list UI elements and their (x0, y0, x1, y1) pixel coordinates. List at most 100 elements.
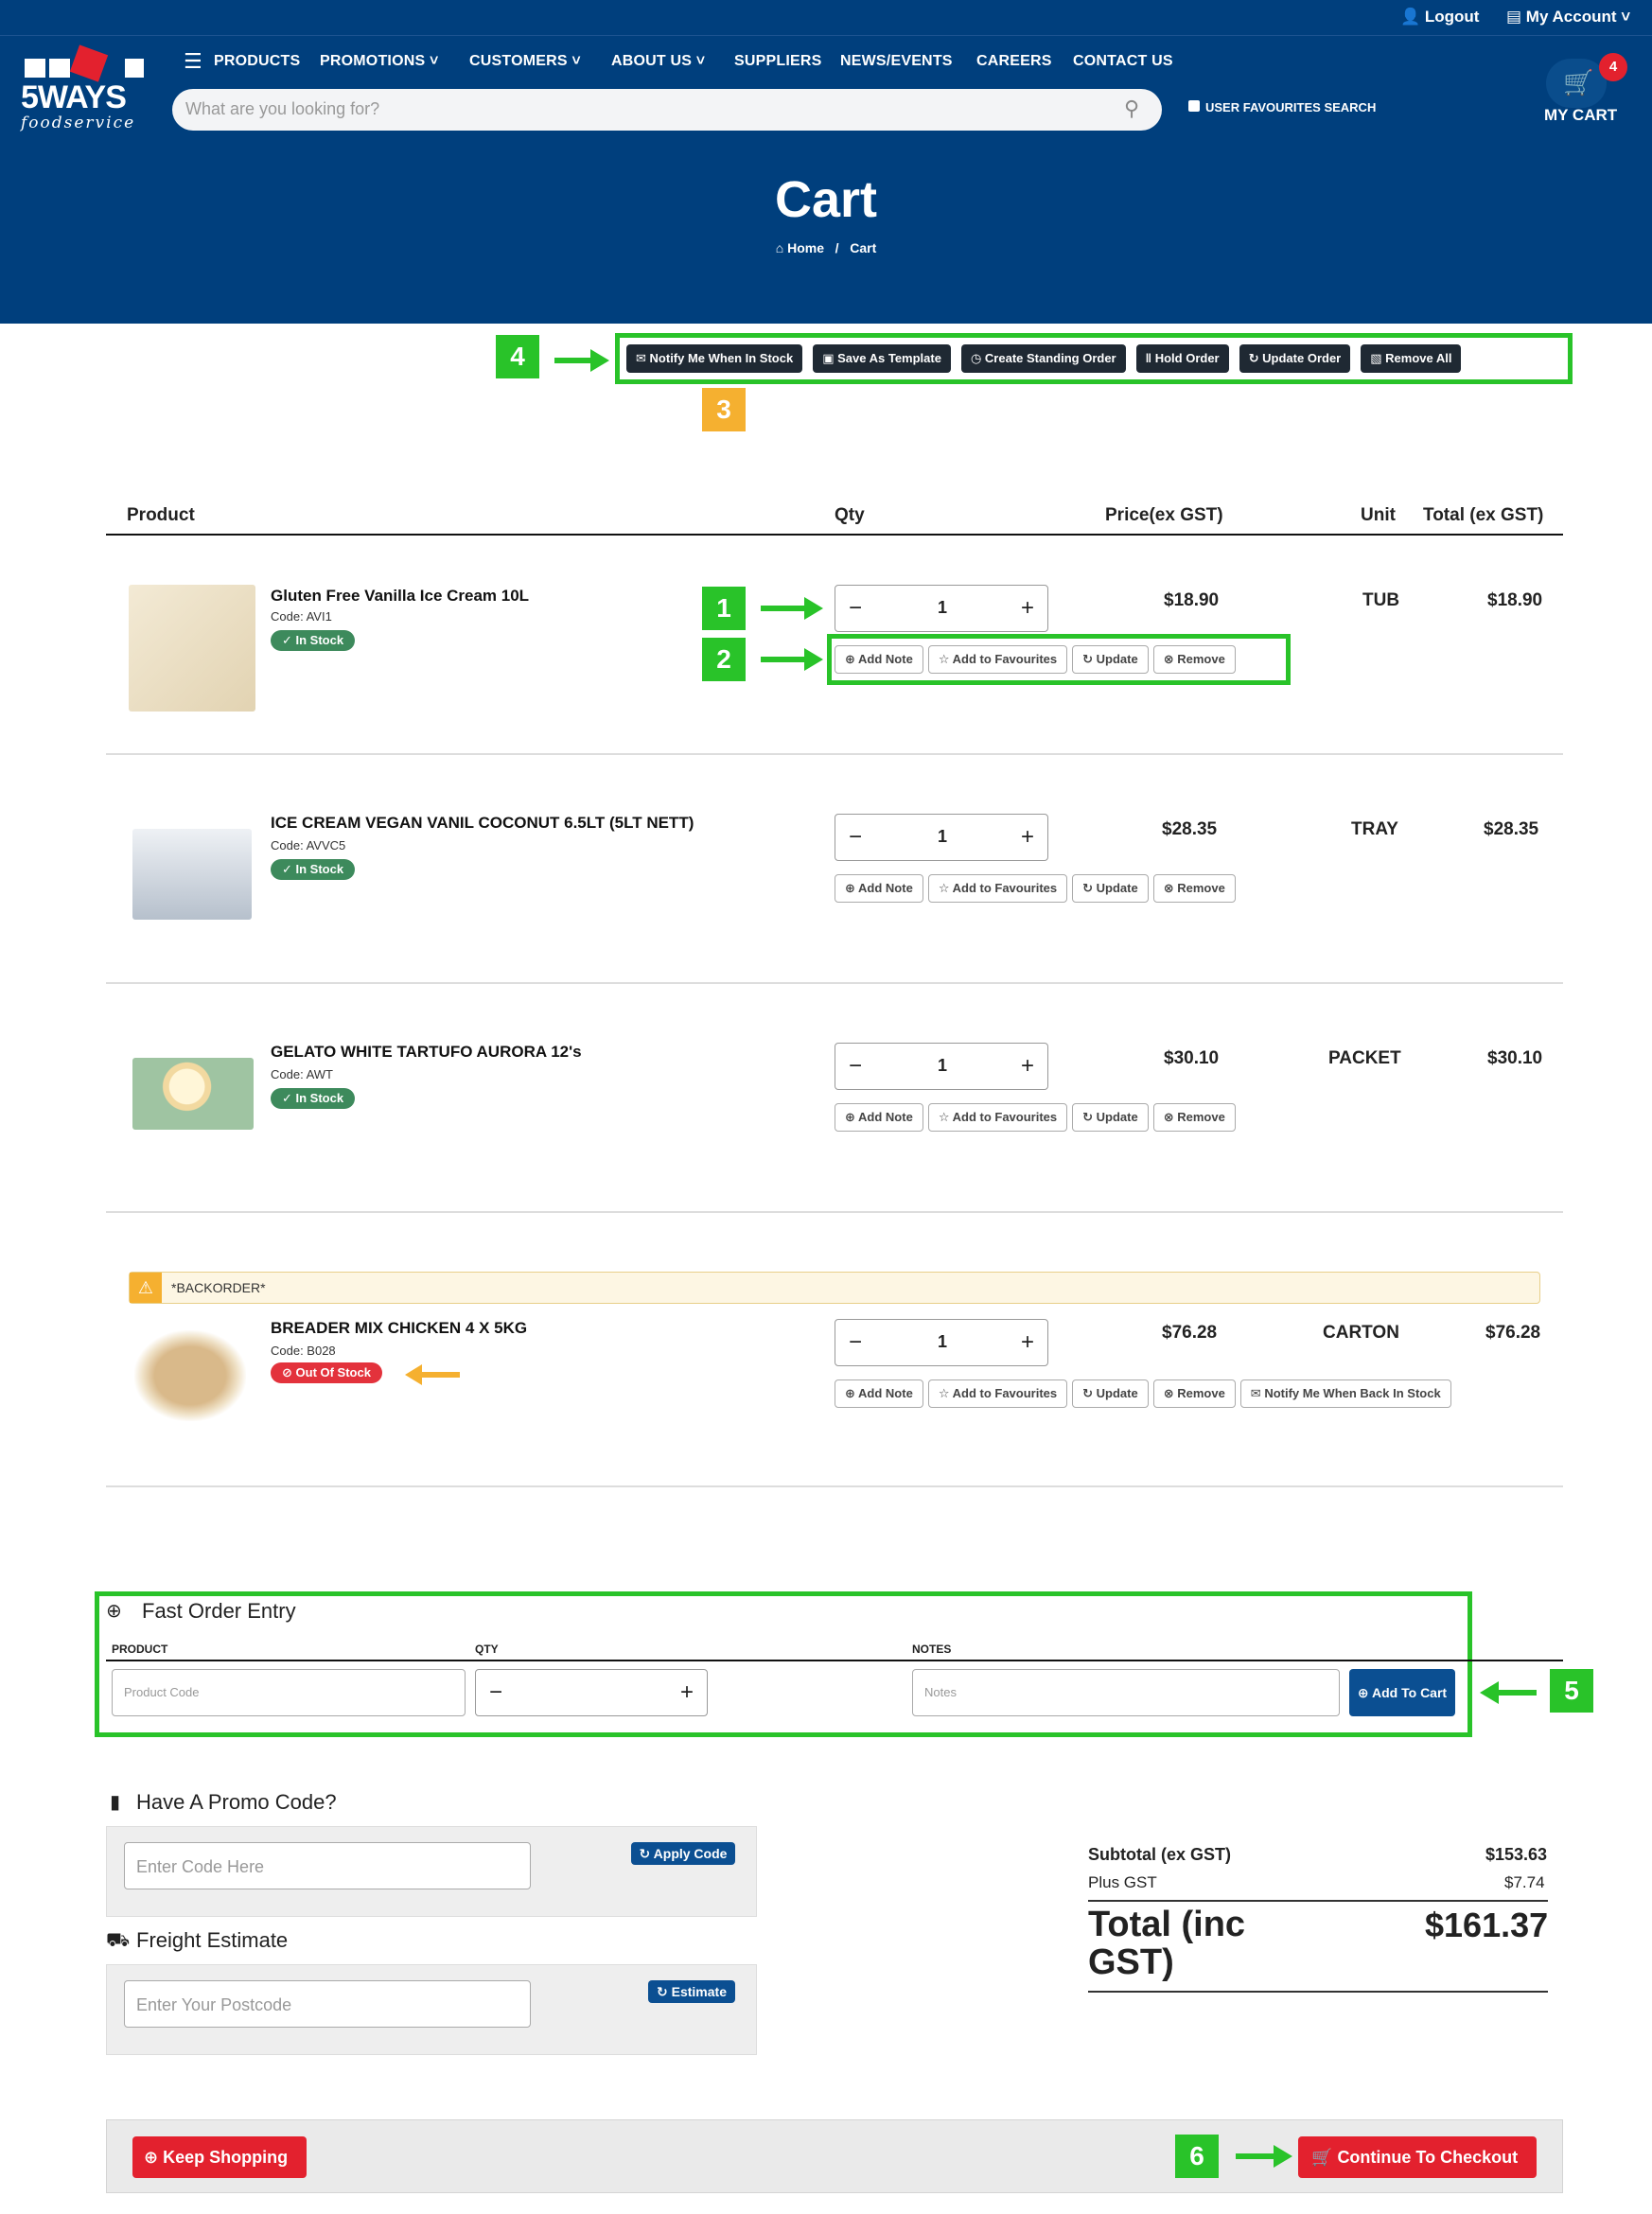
favourites-checkbox[interactable] (1188, 100, 1200, 112)
notify-when-in-stock-button[interactable]: ✉ Notify Me When In Stock (626, 344, 803, 373)
remove-button[interactable]: ⊗ Remove (1152, 1379, 1236, 1408)
search-input[interactable]: What are you looking for? ⚲ (172, 89, 1162, 131)
product-image[interactable] (129, 585, 255, 712)
breadcrumb-home[interactable]: Home (787, 240, 824, 255)
fast-order-col-qty: QTY (475, 1643, 499, 1656)
add-to-favourites-button[interactable]: ☆ Add to Favourites (927, 645, 1068, 674)
nav-suppliers[interactable]: SUPPLIERS (734, 53, 822, 70)
add-note-button[interactable]: ⊕ Add Note (835, 874, 923, 903)
add-to-cart-button[interactable]: ⊕ Add To Cart (1349, 1669, 1455, 1716)
stock-label: In Stock (295, 633, 344, 647)
product-name[interactable]: ICE CREAM VEGAN VANIL COCONUT 6.5LT (5LT… (271, 814, 694, 833)
search-icon[interactable]: ⚲ (1124, 97, 1139, 121)
plus-icon[interactable]: + (680, 1679, 694, 1706)
unit-price: $76.28 (1162, 1323, 1218, 1343)
quantity-stepper[interactable]: −1 + (835, 814, 1048, 861)
plus-icon[interactable]: + (1021, 824, 1034, 851)
remove-all-button[interactable]: ▧ Remove All (1361, 344, 1462, 373)
keep-shopping-button[interactable]: ⊕ Keep Shopping (132, 2136, 307, 2178)
plus-icon[interactable]: + (1021, 1329, 1034, 1356)
remove-label: Remove (1177, 652, 1225, 666)
quantity-stepper[interactable]: −1 + (835, 1043, 1048, 1090)
remove-button[interactable]: ⊗ Remove (1152, 874, 1236, 903)
add-note-label: Add Note (858, 1110, 913, 1124)
quantity-stepper[interactable]: −1 + (835, 585, 1048, 632)
update-label: Update (1096, 1386, 1138, 1400)
add-to-favourites-button[interactable]: ☆ Add to Favourites (927, 1379, 1068, 1408)
breadcrumb-separator: / (827, 240, 847, 255)
notes-input[interactable]: Notes (912, 1669, 1340, 1716)
save-as-template-button[interactable]: ▣ Save As Template (813, 344, 951, 373)
update-button[interactable]: ↻ Update (1072, 1379, 1149, 1408)
nav-contact-us[interactable]: CONTACT US (1073, 53, 1173, 70)
unit-price: $18.90 (1164, 590, 1220, 610)
add-to-favourites-button[interactable]: ☆ Add to Favourites (927, 874, 1068, 903)
product-code-input[interactable]: Product Code (112, 1669, 466, 1716)
minus-icon[interactable]: − (489, 1679, 502, 1706)
product-code: Code: B028 (271, 1344, 336, 1358)
continue-to-checkout-button[interactable]: 🛒 Continue To Checkout (1298, 2136, 1537, 2178)
qty-value[interactable]: 1 (835, 1056, 1049, 1076)
product-name[interactable]: Gluten Free Vanilla Ice Cream 10L (271, 587, 529, 606)
update-button[interactable]: ↻ Update (1072, 874, 1149, 903)
fast-order-title[interactable]: Fast Order Entry (142, 1599, 296, 1624)
postcode-input[interactable]: Enter Your Postcode (124, 1980, 531, 2028)
nav-about-us[interactable]: ABOUT US ˅ (611, 53, 705, 70)
product-image[interactable] (132, 829, 252, 920)
cart-icon: 🛒 (1311, 2148, 1333, 2167)
plus-icon[interactable]: + (1021, 595, 1034, 622)
qty-value[interactable]: 1 (835, 598, 1049, 618)
nav-news-events[interactable]: NEWS/EVENTS (840, 53, 953, 70)
qty-value[interactable]: 1 (835, 827, 1049, 847)
create-standing-order-button[interactable]: ◷ Create Standing Order (960, 344, 1126, 373)
notes-placeholder: Notes (924, 1685, 957, 1699)
update-order-button[interactable]: ↻ Update Order (1239, 344, 1351, 373)
remove-label: Remove (1177, 1386, 1225, 1400)
row-divider (106, 1485, 1563, 1487)
product-name[interactable]: GELATO WHITE TARTUFO AURORA 12's (271, 1043, 582, 1062)
apply-code-button[interactable]: ↻ Apply Code (631, 1842, 735, 1865)
add-note-button[interactable]: ⊕ Add Note (835, 1103, 923, 1132)
remove-button[interactable]: ⊗ Remove (1152, 645, 1236, 674)
arrow-left-icon (405, 1364, 460, 1385)
remove-button[interactable]: ⊗ Remove (1152, 1103, 1236, 1132)
notify-back-in-stock-button[interactable]: ✉ Notify Me When Back In Stock (1239, 1379, 1451, 1408)
update-button[interactable]: ↻ Update (1072, 645, 1149, 674)
nav-products[interactable]: PRODUCTS (214, 53, 300, 70)
my-account-link[interactable]: ▤ My Account ˅ (1506, 8, 1630, 26)
fast-order-qty-stepper[interactable]: − + (475, 1669, 708, 1716)
cart-label[interactable]: MY CART (1544, 106, 1617, 125)
add-note-label: Add Note (858, 652, 913, 666)
line-total: $18.90 (1487, 590, 1543, 610)
add-note-button[interactable]: ⊕ Add Note (835, 645, 923, 674)
promo-panel: Enter Code Here ↻ Apply Code (106, 1826, 757, 1917)
nav-customers[interactable]: CUSTOMERS ˅ (469, 53, 581, 70)
remove-label: Remove (1177, 1110, 1225, 1124)
product-name[interactable]: BREADER MIX CHICKEN 4 X 5KG (271, 1319, 527, 1338)
hold-order-button[interactable]: ‖ Hold Order (1135, 344, 1229, 373)
subtotal-label: Subtotal (ex GST) (1088, 1845, 1232, 1864)
add-note-button[interactable]: ⊕ Add Note (835, 1379, 923, 1408)
quantity-stepper[interactable]: −1 + (835, 1319, 1048, 1366)
line-total: $28.35 (1484, 819, 1539, 839)
row-divider (106, 753, 1563, 755)
line-total: $76.28 (1485, 1323, 1541, 1343)
promo-code-input[interactable]: Enter Code Here (124, 1842, 531, 1889)
logout-link[interactable]: 👤 Logout (1400, 8, 1479, 26)
add-to-favourites-button[interactable]: ☆ Add to Favourites (927, 1103, 1068, 1132)
product-image[interactable] (132, 1058, 254, 1130)
nav-careers[interactable]: CAREERS (976, 53, 1052, 70)
update-button[interactable]: ↻ Update (1072, 1103, 1149, 1132)
cart-button[interactable]: 🛒 (1546, 59, 1607, 108)
hamburger-icon[interactable]: ☰ (184, 49, 202, 74)
qty-value[interactable]: 1 (835, 1332, 1049, 1352)
plus-icon[interactable]: + (1021, 1053, 1034, 1080)
logo[interactable]: 5WAYS foodservice (21, 44, 153, 132)
plus-circle-icon[interactable]: ⊕ (106, 1599, 122, 1623)
estimate-button[interactable]: ↻ Estimate (648, 1980, 735, 2003)
logo-block (49, 59, 70, 78)
product-code: Code: AVI1 (271, 609, 332, 624)
product-image[interactable] (134, 1330, 246, 1421)
nav-promotions[interactable]: PROMOTIONS ˅ (320, 53, 439, 70)
favourites-label: Add to Favourites (952, 881, 1058, 895)
